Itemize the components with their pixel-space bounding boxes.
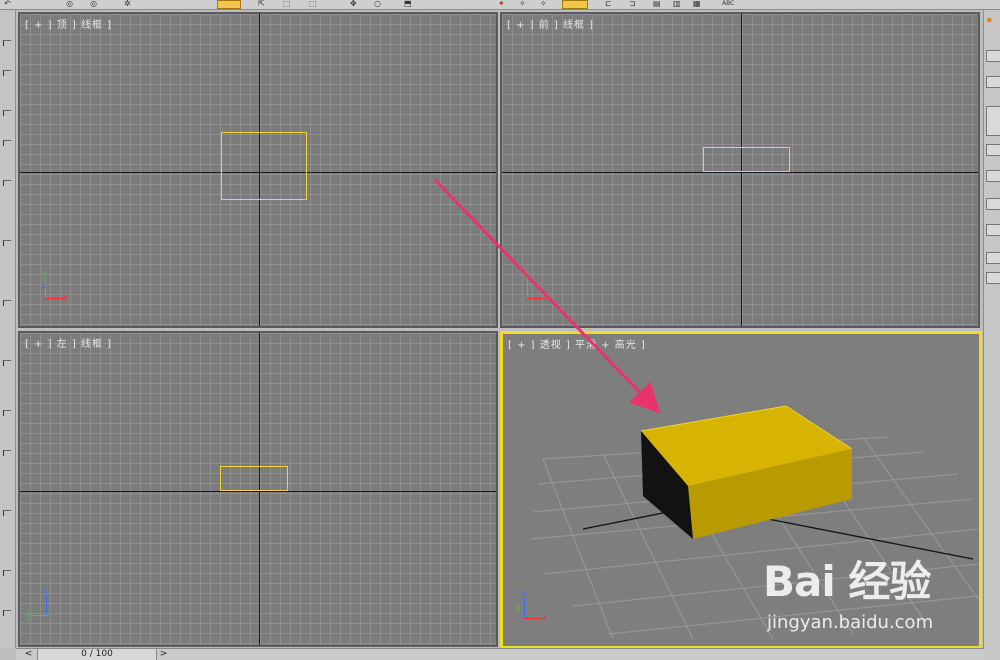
gizmo-z-label: z xyxy=(521,589,526,598)
snap-icon[interactable]: ✦ xyxy=(498,0,510,9)
left-tool-strip xyxy=(0,10,16,648)
strip-tool-icon[interactable] xyxy=(3,450,11,456)
curve-editor-icon[interactable]: ▥ xyxy=(673,0,685,9)
unlink-icon[interactable]: ◎ xyxy=(90,0,102,9)
watermark-logo: Bai 经验 xyxy=(763,557,931,606)
rect-selection-icon[interactable]: ⬚ xyxy=(283,0,301,9)
align-icon[interactable]: ⊐ xyxy=(629,0,641,9)
watermark-url: jingyan.baidu.com xyxy=(767,612,934,633)
gizmo-x-label: x xyxy=(545,293,550,302)
create-tab-icon[interactable]: ✸ xyxy=(986,16,1000,28)
strip-tool-icon[interactable] xyxy=(3,510,11,516)
undo-icon[interactable]: ↶ xyxy=(4,0,16,9)
spelling-button[interactable]: ABC xyxy=(722,0,740,9)
window-crossing-icon[interactable]: ⬚ xyxy=(309,0,323,9)
panel-tab[interactable] xyxy=(986,50,1000,62)
box-wireframe-front[interactable] xyxy=(703,147,790,172)
strip-tool-icon[interactable] xyxy=(3,570,11,576)
frame-counter[interactable]: 0 / 100 xyxy=(38,649,156,660)
rollout-header[interactable] xyxy=(986,252,1000,264)
prev-frame-button[interactable]: < xyxy=(20,649,38,660)
gizmo-z-label: z xyxy=(43,586,48,595)
axis-gizmo: z x xyxy=(522,270,556,308)
strip-tool-icon[interactable] xyxy=(3,70,11,76)
gizmo-z-label: z xyxy=(524,269,529,278)
link-icon[interactable]: ◎ xyxy=(66,0,78,9)
panel-button[interactable] xyxy=(986,170,1000,182)
strip-tool-icon[interactable] xyxy=(3,610,11,616)
panel-dropdown[interactable] xyxy=(986,76,1000,88)
axis-gizmo: z y x xyxy=(516,589,553,628)
percent-snap-icon[interactable]: ✧ xyxy=(540,0,552,9)
panel-button[interactable] xyxy=(986,198,1000,210)
layer-icon[interactable]: ▤ xyxy=(653,0,665,9)
viewport-front[interactable]: [ + ] 前 ] 线框 ] z x xyxy=(500,12,980,328)
strip-tool-icon[interactable] xyxy=(3,360,11,366)
box-wireframe-top[interactable] xyxy=(221,132,307,200)
schematic-icon[interactable]: ▦ xyxy=(693,0,705,9)
panel-button[interactable] xyxy=(986,272,1000,284)
time-slider[interactable]: < 0 / 100 > xyxy=(16,648,984,660)
viewport-top[interactable]: [ + ] 顶 ] 线框 ] y z x xyxy=(18,12,498,328)
axis-gizmo: z y xyxy=(26,587,60,625)
baidu-watermark: Bai 经验 jingyan.baidu.com xyxy=(763,548,978,640)
mirror-icon[interactable]: ⊏ xyxy=(605,0,617,9)
named-selection-button[interactable] xyxy=(562,0,588,9)
box-wireframe-left[interactable] xyxy=(220,466,288,491)
command-panel: ✸ xyxy=(983,10,1000,660)
select-by-name-icon[interactable]: ⇱ xyxy=(258,0,272,9)
panel-button[interactable] xyxy=(986,144,1000,156)
next-frame-button[interactable]: > xyxy=(156,649,170,660)
strip-tool-icon[interactable] xyxy=(3,140,11,146)
gizmo-x-label: x xyxy=(63,293,68,302)
strip-tool-icon[interactable] xyxy=(3,300,11,306)
bind-icon[interactable]: ✲ xyxy=(124,0,138,9)
rotate-icon[interactable]: ○ xyxy=(374,0,388,9)
select-object-button[interactable] xyxy=(217,0,241,9)
strip-tool-icon[interactable] xyxy=(3,240,11,246)
gizmo-y-label: y xyxy=(26,610,31,619)
move-icon[interactable]: ✥ xyxy=(350,0,362,9)
angle-snap-icon[interactable]: ✧ xyxy=(519,0,531,9)
strip-tool-icon[interactable] xyxy=(3,410,11,416)
strip-tool-icon[interactable] xyxy=(3,110,11,116)
rollout-header[interactable] xyxy=(986,106,1000,136)
strip-tool-icon[interactable] xyxy=(3,40,11,46)
viewport-label[interactable]: [ + ] 左 ] 线框 ] xyxy=(25,335,112,350)
strip-tool-icon[interactable] xyxy=(3,180,11,186)
viewport-label[interactable]: [ + ] 前 ] 线框 ] xyxy=(507,16,594,31)
viewport-left[interactable]: [ + ] 左 ] 线框 ] z y xyxy=(18,331,498,647)
gizmo-z-label: z xyxy=(42,281,47,290)
scale-icon[interactable]: ⬒ xyxy=(404,0,418,9)
panel-button[interactable] xyxy=(986,224,1000,236)
axis-gizmo: y z x xyxy=(40,270,74,308)
gizmo-x-label: x xyxy=(542,613,547,622)
app-window: ↶ ◎ ◎ ✲ ⇱ ⬚ ⬚ ✥ ○ ⬒ ✦ ✧ ✧ ⊏ ⊐ ▤ ▥ ▦ ABC xyxy=(0,0,1000,660)
gizmo-y-label: y xyxy=(516,603,521,612)
viewport-label[interactable]: [ + ] 顶 ] 线框 ] xyxy=(25,16,112,31)
main-toolbar: ↶ ◎ ◎ ✲ ⇱ ⬚ ⬚ ✥ ○ ⬒ ✦ ✧ ✧ ⊏ ⊐ ▤ ▥ ▦ ABC xyxy=(0,0,1000,10)
gizmo-y-label: y xyxy=(42,269,47,278)
